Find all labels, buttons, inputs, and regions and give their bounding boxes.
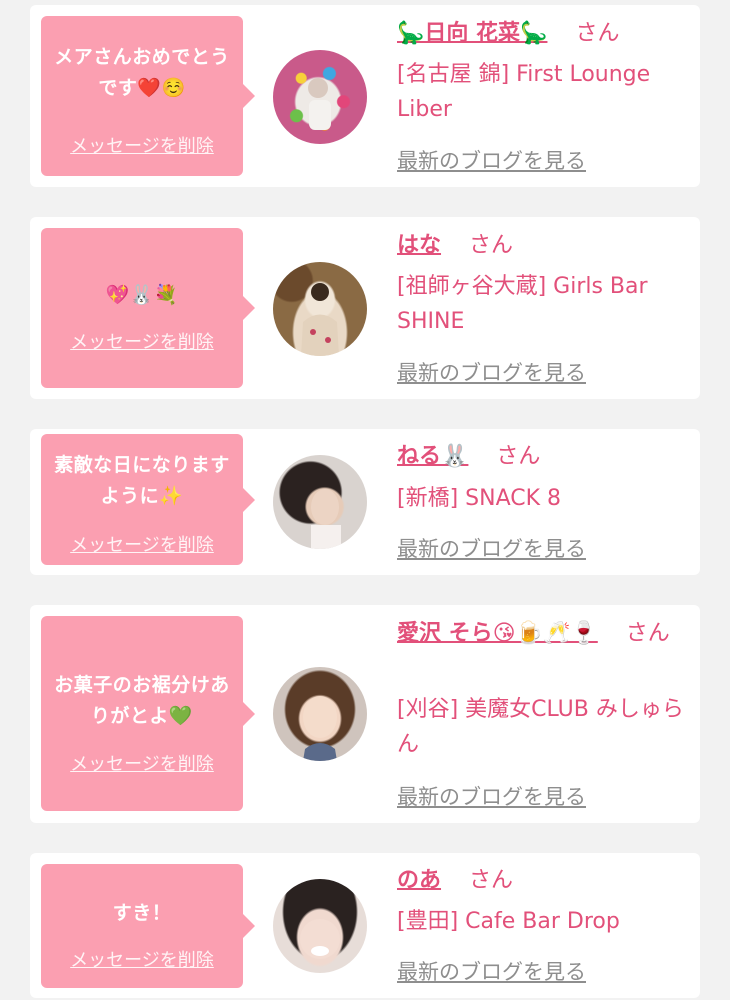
sender-name-link[interactable]: 🦕日向 花菜🦕 xyxy=(397,21,547,46)
avatar[interactable] xyxy=(273,879,367,973)
avatar[interactable] xyxy=(273,667,367,761)
message-text: すき！ xyxy=(112,902,172,924)
photo-icon xyxy=(308,78,331,130)
message-text: 素敵な日になりますように✨ xyxy=(54,454,230,507)
sender-name-link[interactable]: 愛沢 そら😘🍺🥂🍷 xyxy=(397,621,598,646)
message-bubble: 素敵な日になりますように✨ メッセージを削除 xyxy=(41,434,255,565)
delete-message-link[interactable]: メッセージを削除 xyxy=(41,531,243,557)
shop-name: [豊田] Cafe Bar Drop xyxy=(397,909,620,934)
honorific: さん xyxy=(496,444,541,469)
photo-icon xyxy=(311,489,341,549)
delete-message-link[interactable]: メッセージを削除 xyxy=(41,750,243,776)
message-text: お菓子のお裾分けありがとよ💚 xyxy=(54,674,230,727)
avatar[interactable] xyxy=(273,50,367,144)
shop-name: [新橋] SNACK 8 xyxy=(397,486,562,511)
avatar[interactable] xyxy=(273,455,367,549)
delete-message-link[interactable]: メッセージを削除 xyxy=(41,328,243,354)
message-card: 💖🐰💐 メッセージを削除 はな さん [祖師ヶ谷大蔵] Girls Bar SHI… xyxy=(30,217,700,399)
sender-name-line: ねる🐰 さん xyxy=(397,440,690,474)
message-bubble: メアさんおめでとうです❤️☺️ メッセージを削除 xyxy=(41,16,255,176)
shop-name: [刈谷] 美魔女CLUB みしゅらん xyxy=(397,697,684,757)
shop-name: [名古屋 錦] First Lounge Liber xyxy=(397,62,651,122)
honorific: さん xyxy=(469,233,514,258)
shop-name: [祖師ヶ谷大蔵] Girls Bar SHINE xyxy=(397,274,648,334)
avatar[interactable] xyxy=(273,262,367,356)
latest-blog-link[interactable]: 最新のブログを見る xyxy=(397,533,586,563)
latest-blog-link[interactable]: 最新のブログを見る xyxy=(397,956,586,986)
honorific: さん xyxy=(575,21,620,46)
photo-icon xyxy=(301,283,339,356)
sender-name-line: 愛沢 そら😘🍺🥂🍷 さん xyxy=(397,617,690,651)
message-card: 素敵な日になりますように✨ メッセージを削除 ねる🐰 さん [新橋] SNACK … xyxy=(30,429,700,575)
honorific: さん xyxy=(625,621,670,646)
message-card: お菓子のお裾分けありがとよ💚 メッセージを削除 愛沢 そら😘🍺🥂🍷 さん [刈谷]… xyxy=(30,605,700,823)
photo-icon xyxy=(303,696,337,761)
sender-name-line: はな さん xyxy=(397,229,690,263)
sender-name-line: のあ さん xyxy=(397,864,690,898)
delete-message-link[interactable]: メッセージを削除 xyxy=(41,946,243,972)
message-bubble: 💖🐰💐 メッセージを削除 xyxy=(41,228,255,388)
latest-blog-link[interactable]: 最新のブログを見る xyxy=(397,781,586,811)
message-bubble: お菓子のお裾分けありがとよ💚 メッセージを削除 xyxy=(41,616,255,811)
sender-name-line: 🦕日向 花菜🦕 さん xyxy=(397,17,690,51)
message-card: メアさんおめでとうです❤️☺️ メッセージを削除 🦕日向 花菜🦕 さん [名古屋 … xyxy=(30,5,700,187)
latest-blog-link[interactable]: 最新のブログを見る xyxy=(397,357,586,387)
sender-name-link[interactable]: ねる🐰 xyxy=(397,444,468,469)
sender-name-link[interactable]: はな xyxy=(397,233,441,258)
honorific: さん xyxy=(469,868,514,893)
delete-message-link[interactable]: メッセージを削除 xyxy=(41,132,243,158)
latest-blog-link[interactable]: 最新のブログを見る xyxy=(397,145,586,175)
message-text: メアさんおめでとうです❤️☺️ xyxy=(54,46,230,99)
sender-name-link[interactable]: のあ xyxy=(397,868,441,893)
message-bubble: すき！ メッセージを削除 xyxy=(41,864,255,988)
photo-icon xyxy=(300,919,340,959)
message-text: 💖🐰💐 xyxy=(105,284,179,306)
message-card: すき！ メッセージを削除 のあ さん [豊田] Cafe Bar Drop 最新の… xyxy=(30,853,700,998)
